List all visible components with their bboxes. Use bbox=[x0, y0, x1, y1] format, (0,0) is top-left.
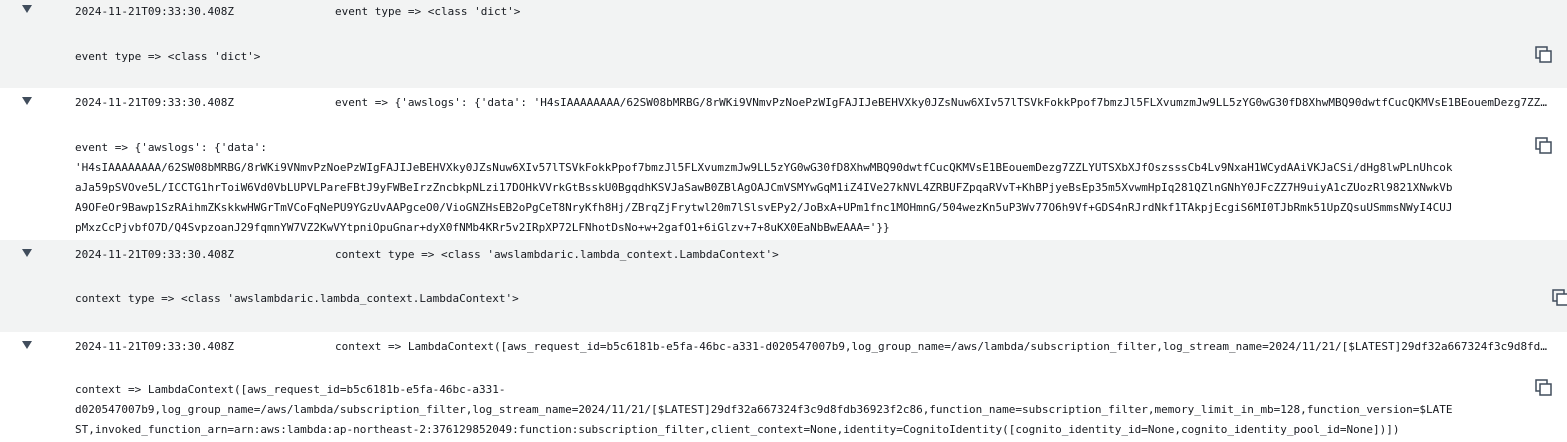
collapse-caret-icon[interactable] bbox=[22, 5, 32, 13]
copy-icon[interactable] bbox=[1535, 137, 1553, 155]
collapse-caret-icon[interactable] bbox=[22, 97, 32, 105]
log-timestamp: 2024-11-21T09:33:30.408Z bbox=[75, 5, 234, 18]
log-entry: 2024-11-21T09:33:30.408Z context => Lamb… bbox=[0, 332, 1567, 442]
log-timestamp: 2024-11-21T09:33:30.408Z bbox=[75, 96, 234, 109]
log-message: context => LambdaContext([aws_request_id… bbox=[335, 340, 1552, 353]
log-entry: 2024-11-21T09:33:30.408Z event type => <… bbox=[0, 0, 1567, 88]
log-detail: event type => <class 'dict'> bbox=[75, 50, 261, 63]
log-message: event type => <class 'dict'> bbox=[335, 5, 521, 18]
copy-icon[interactable] bbox=[1535, 379, 1553, 397]
log-detail: context => LambdaContext([aws_request_id… bbox=[75, 383, 1453, 436]
log-timestamp: 2024-11-21T09:33:30.408Z bbox=[75, 340, 234, 353]
copy-icon[interactable] bbox=[1552, 289, 1567, 307]
copy-icon[interactable] bbox=[1535, 46, 1553, 64]
log-timestamp: 2024-11-21T09:33:30.408Z bbox=[75, 248, 234, 261]
log-message: context type => <class 'awslambdaric.lam… bbox=[335, 248, 779, 261]
log-detail: event => {'awslogs': {'data': 'H4sIAAAAA… bbox=[75, 141, 1453, 234]
log-events-list: 2024-11-21T09:33:30.408Z event type => <… bbox=[0, 0, 1567, 442]
log-entry: 2024-11-21T09:33:30.408Z context type =>… bbox=[0, 240, 1567, 332]
collapse-caret-icon[interactable] bbox=[22, 341, 32, 349]
log-entry: 2024-11-21T09:33:30.408Z event => {'awsl… bbox=[0, 88, 1567, 240]
log-message: event => {'awslogs': {'data': 'H4sIAAAAA… bbox=[335, 96, 1552, 109]
collapse-caret-icon[interactable] bbox=[22, 249, 32, 257]
log-detail: context type => <class 'awslambdaric.lam… bbox=[75, 292, 519, 305]
